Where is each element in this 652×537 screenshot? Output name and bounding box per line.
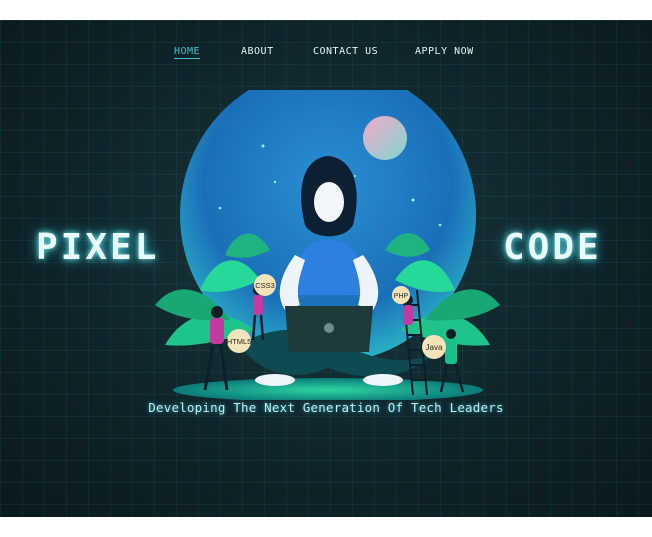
bubble-css-label: CSS3 (255, 281, 275, 290)
laptop-logo-icon (324, 323, 334, 333)
moon-icon (363, 116, 407, 160)
woman-foot-left (255, 374, 295, 386)
bubble-php-label: PHP (394, 293, 409, 300)
woman-foot-right (363, 374, 403, 386)
woman-face (314, 182, 344, 222)
hero-banner: HOME ABOUT CONTACT US APPLY NOW PIXEL CO… (0, 20, 652, 517)
hero-illustration: CSS3 HTML5 PHP Java (155, 90, 500, 400)
nav-apply-now[interactable]: APPLY NOW (415, 46, 474, 57)
bubble-html-label: HTML5 (227, 337, 252, 346)
bubble-java-label: Java (426, 343, 443, 352)
bubble-css: CSS3 (254, 274, 276, 296)
floor-platform (173, 378, 483, 400)
nav-about[interactable]: ABOUT (241, 46, 274, 57)
nav-contact-us[interactable]: CONTACT US (313, 46, 378, 57)
hero-word-right: CODE (503, 227, 602, 268)
bubble-java: Java (422, 335, 446, 359)
bubble-php: PHP (392, 286, 410, 304)
nav-home[interactable]: HOME (174, 46, 201, 59)
hero-word-left: PIXEL (36, 227, 160, 268)
hero-tagline: Developing The Next Generation Of Tech L… (148, 400, 504, 415)
